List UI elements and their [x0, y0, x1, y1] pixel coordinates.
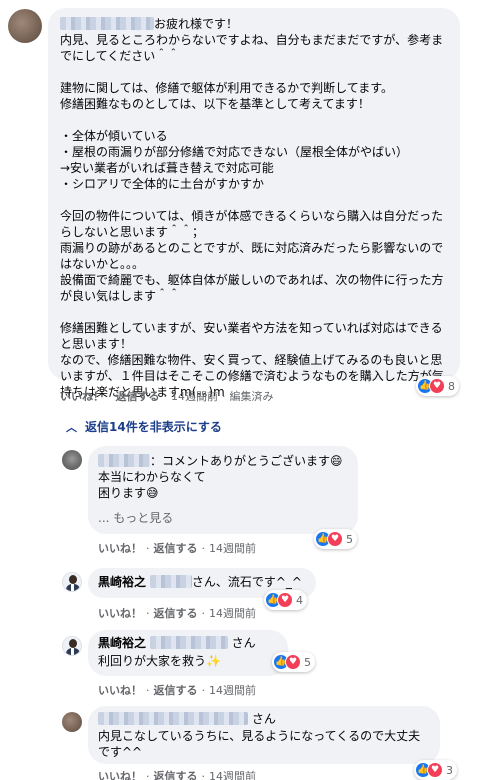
redacted-name[interactable] [149, 636, 228, 649]
main-comment-reactions[interactable]: 👍 ♥ 8 [416, 376, 459, 396]
reply-reactions[interactable]: 👍 ♥ 3 [414, 760, 457, 780]
reply-bubble: 黒崎裕之 さん 利回りが大家を救う✨ [88, 630, 288, 676]
reaction-count: 8 [448, 379, 455, 393]
main-comment-text: 内見、見るところわからないですよね、自分もまだまだですが、参考までにしてください… [60, 33, 444, 399]
reply-actions: いいね！ · 返信する · 14週間前 [98, 768, 256, 780]
name-suffix: さん [251, 712, 276, 726]
timestamp-link[interactable]: 14週間前 [209, 768, 256, 780]
reply-actions: いいね！ · 返信する · 14週間前 [98, 605, 256, 621]
reply-actions: いいね！ · 返信する · 14週間前 [98, 540, 256, 556]
hide-replies-link[interactable]: ︿ 返信14件を非表示にする [66, 418, 222, 435]
reply-first-line: 黒崎裕之 さん [98, 635, 278, 651]
timestamp-link[interactable]: 14週間前 [209, 605, 256, 621]
edited-label: 編集済み [229, 390, 274, 403]
reply-text: 利回りが大家を救う✨ [98, 654, 221, 668]
reply-avatar[interactable] [62, 712, 82, 732]
reply-bubble: さん 内見こなしているうちに、見るようになってくるので大丈夫です^^ [88, 706, 440, 764]
like-button[interactable]: いいね！ [98, 605, 142, 621]
author-name[interactable]: 黒崎裕之 [98, 575, 146, 589]
main-comment-first-line: お疲れ様です！ [60, 16, 448, 32]
timestamp-link[interactable]: 14週間前 [209, 540, 256, 556]
reply-avatar[interactable] [62, 636, 82, 656]
reply-reactions[interactable]: 👍 ♥ 5 [314, 529, 357, 549]
reply-avatar[interactable] [62, 572, 82, 592]
timestamp-link[interactable]: 14週間前 [171, 388, 218, 404]
like-button[interactable]: いいね！ [98, 540, 142, 556]
redacted-name[interactable] [149, 575, 192, 588]
name-suffix: さん [231, 636, 256, 650]
reaction-count: 4 [296, 593, 303, 607]
main-comment-greeting: お疲れ様です！ [154, 17, 239, 31]
chevron-up-icon: ︿ [66, 420, 77, 434]
redacted-name[interactable] [98, 712, 248, 725]
reply-reactions[interactable]: 👍 ♥ 4 [264, 590, 307, 610]
reply-bubble: ：コメントありがとうございます😄 本当にわからなくて 困ります😅 ... もっと… [88, 446, 358, 534]
reply-text: 本当にわからなくて 困ります😅 [98, 470, 206, 500]
reply-button[interactable]: 返信する [154, 605, 198, 621]
redacted-name[interactable] [98, 454, 150, 467]
like-button[interactable]: いいね！ [98, 682, 142, 698]
love-icon: ♥ [427, 762, 443, 778]
see-more-link[interactable]: ... もっと見る [98, 509, 348, 526]
love-icon: ♥ [429, 378, 445, 394]
reply-text: 内見こなしているうちに、見るようになってくるので大丈夫です^^ [98, 729, 421, 759]
reply-actions: いいね！ · 返信する · 14週間前 [98, 682, 256, 698]
reaction-count: 5 [304, 655, 311, 669]
main-comment-bubble: お疲れ様です！ 内見、見るところわからないですよね、自分もまだまだですが、参考ま… [48, 8, 460, 399]
main-comment-actions: いいね！ · 返信する · 14週間前 · 編集済み [60, 388, 274, 404]
reply-first-line: ：コメントありがとうございます😄 [98, 453, 348, 469]
hide-replies-label: 返信14件を非表示にする [85, 420, 222, 434]
reply-button[interactable]: 返信する [154, 682, 198, 698]
reaction-count: 3 [446, 763, 453, 777]
love-icon: ♥ [327, 531, 343, 547]
reply-button[interactable]: 返信する [116, 388, 160, 404]
reply-button[interactable]: 返信する [154, 768, 198, 780]
redacted-name[interactable] [60, 17, 154, 30]
timestamp-link[interactable]: 14週間前 [209, 682, 256, 698]
reaction-count: 5 [346, 532, 353, 546]
reply-text: さん、流石です^_^ [191, 575, 302, 589]
like-button[interactable]: いいね！ [98, 768, 142, 780]
reply-reactions[interactable]: 👍 ♥ 5 [272, 652, 315, 672]
reply-first-line: 黒崎裕之 さん、流石です^_^ [98, 574, 306, 590]
reply-text: ：コメントありがとうございます😄 [150, 454, 343, 468]
love-icon: ♥ [277, 592, 293, 608]
commenter-avatar[interactable] [8, 9, 42, 43]
like-button[interactable]: いいね！ [60, 388, 104, 404]
author-name[interactable]: 黒崎裕之 [98, 636, 146, 650]
reply-button[interactable]: 返信する [154, 540, 198, 556]
reply-avatar[interactable] [62, 450, 82, 470]
love-icon: ♥ [285, 654, 301, 670]
reply-first-line: さん [98, 711, 430, 727]
